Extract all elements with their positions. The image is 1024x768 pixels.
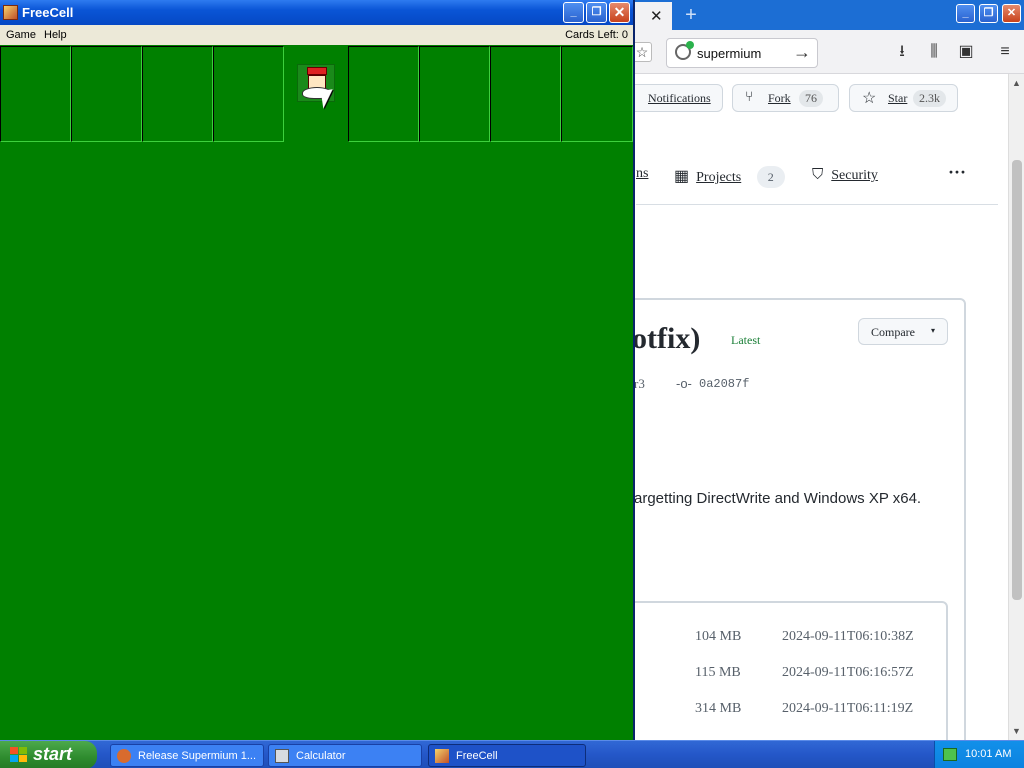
browser-icon [117, 749, 131, 763]
menu-help[interactable]: Help [44, 29, 67, 41]
home-cell[interactable] [419, 46, 490, 142]
tab-close-icon[interactable]: ✕ [650, 7, 663, 25]
network-icon[interactable] [943, 748, 957, 761]
system-tray: 10:01 AM [934, 741, 1024, 768]
desktop: ✕ + _ ❐ ✕ ☆ supermium → ⭳ ⫼ ▣ ≡ Notifica… [0, 0, 1024, 768]
asset-size: 115 MB [695, 665, 741, 680]
taskbar-item-calculator[interactable]: Calculator [268, 744, 422, 767]
fork-count: 76 [799, 90, 823, 107]
site-identity-icon[interactable] [675, 41, 694, 60]
asset-date: 2024-09-11T06:16:57Z [782, 665, 914, 680]
home-cell[interactable] [348, 46, 419, 142]
mouse-cursor-icon [320, 89, 336, 109]
release-commit[interactable]: 0a2087f [699, 377, 749, 391]
projects-count: 2 [756, 166, 785, 188]
calculator-icon [275, 749, 289, 763]
home-cell[interactable] [490, 46, 561, 142]
fork-button[interactable]: ⑂ Fork 76 [732, 84, 839, 112]
close-button[interactable]: ✕ [609, 2, 630, 23]
download-icon[interactable]: ⭳ [891, 42, 913, 62]
scroll-down-icon[interactable]: ▼ [1012, 726, 1021, 736]
latest-badge: Latest [731, 333, 761, 347]
free-cell[interactable] [71, 46, 142, 142]
free-cell[interactable] [142, 46, 213, 142]
projects-icon: ▦ [674, 168, 690, 185]
nav-tab-projects[interactable]: ▦ Projects 2 [674, 166, 785, 188]
start-button[interactable]: start [0, 741, 97, 768]
library-icon[interactable]: ⫼ [923, 42, 945, 62]
asset-row[interactable]: 314 MB 2024-09-11T06:11:19Z [640, 701, 940, 725]
menu-icon[interactable]: ≡ [994, 42, 1016, 62]
fork-label: Fork [768, 91, 791, 105]
asset-row[interactable]: 104 MB 2024-09-11T06:10:38Z [640, 629, 940, 653]
release-description: argetting DirectWrite and Windows XP x64… [634, 490, 922, 507]
scrollbar-thumb[interactable] [1012, 160, 1022, 600]
restore-button[interactable]: ❐ [586, 2, 607, 23]
menu-game[interactable]: Game [6, 29, 36, 41]
asset-date: 2024-09-11T06:10:38Z [782, 629, 914, 644]
scroll-up-icon[interactable]: ▲ [1012, 78, 1021, 88]
browser-minimize-button[interactable]: _ [956, 4, 975, 23]
window-title: FreeCell [22, 5, 74, 20]
windows-logo-icon [10, 747, 28, 763]
bookmark-star-icon[interactable]: ☆ [632, 42, 652, 62]
nav-divider [636, 204, 998, 205]
nav-tab-partial[interactable]: ns [636, 166, 648, 182]
minimize-button[interactable]: _ [563, 2, 584, 23]
star-icon: ☆ [862, 90, 877, 107]
asset-size: 104 MB [695, 629, 742, 644]
taskbar-item-browser[interactable]: Release Supermium 1... [110, 744, 264, 767]
freecell-window: FreeCell _ ❐ ✕ Game Help Cards Left: 0 [0, 0, 635, 740]
fork-icon: ⑂ [745, 90, 754, 105]
freecell-icon [435, 749, 449, 763]
page-scrollbar[interactable]: ▲ ▼ [1008, 74, 1024, 740]
notifications-label: Notifications [648, 91, 711, 105]
star-count: 2.3k [913, 90, 946, 107]
cards-left-count: 0 [621, 29, 628, 41]
chevron-down-icon: ▾ [930, 326, 935, 335]
start-label: start [33, 744, 73, 764]
taskbar-item-freecell[interactable]: FreeCell [428, 744, 586, 767]
go-arrow-icon[interactable]: → [793, 42, 811, 63]
browser-close-button[interactable]: ✕ [1002, 4, 1021, 23]
commit-icon: -o- [676, 376, 692, 391]
asset-row[interactable]: 115 MB 2024-09-11T06:16:57Z [640, 665, 940, 689]
sidebar-icon[interactable]: ▣ [955, 42, 977, 62]
release-tag[interactable]: r3 [634, 376, 645, 392]
address-bar-text[interactable]: supermium [697, 46, 761, 61]
compare-button[interactable]: Compare ▾ [858, 318, 948, 345]
asset-date: 2024-09-11T06:11:19Z [782, 701, 914, 716]
freecell-app-icon[interactable] [3, 5, 18, 20]
home-cell[interactable] [561, 46, 633, 142]
freecell-titlebar[interactable]: FreeCell _ ❐ ✕ [0, 0, 633, 25]
release-title[interactable]: otfix) [632, 322, 700, 356]
menu-bar: Game Help Cards Left: 0 [0, 25, 633, 45]
taskbar: start Release Supermium 1... Calculator … [0, 740, 1024, 768]
nav-tab-security[interactable]: ⛉ Security [812, 166, 878, 184]
cards-left-status: Cards Left: 0 [565, 29, 628, 41]
new-tab-button[interactable]: + [680, 4, 702, 26]
free-cell[interactable] [213, 46, 284, 142]
asset-size: 314 MB [695, 701, 742, 716]
clock[interactable]: 10:01 AM [965, 748, 1011, 760]
star-label: Star [888, 91, 908, 105]
security-icon: ⛉ [812, 167, 824, 183]
free-cell[interactable] [0, 46, 71, 142]
star-button[interactable]: ☆ Star 2.3k [849, 84, 958, 112]
browser-restore-button[interactable]: ❐ [979, 4, 998, 23]
nav-more-icon[interactable]: ··· [948, 162, 966, 183]
address-bar[interactable]: supermium → [666, 38, 818, 68]
crown-icon [307, 67, 327, 75]
